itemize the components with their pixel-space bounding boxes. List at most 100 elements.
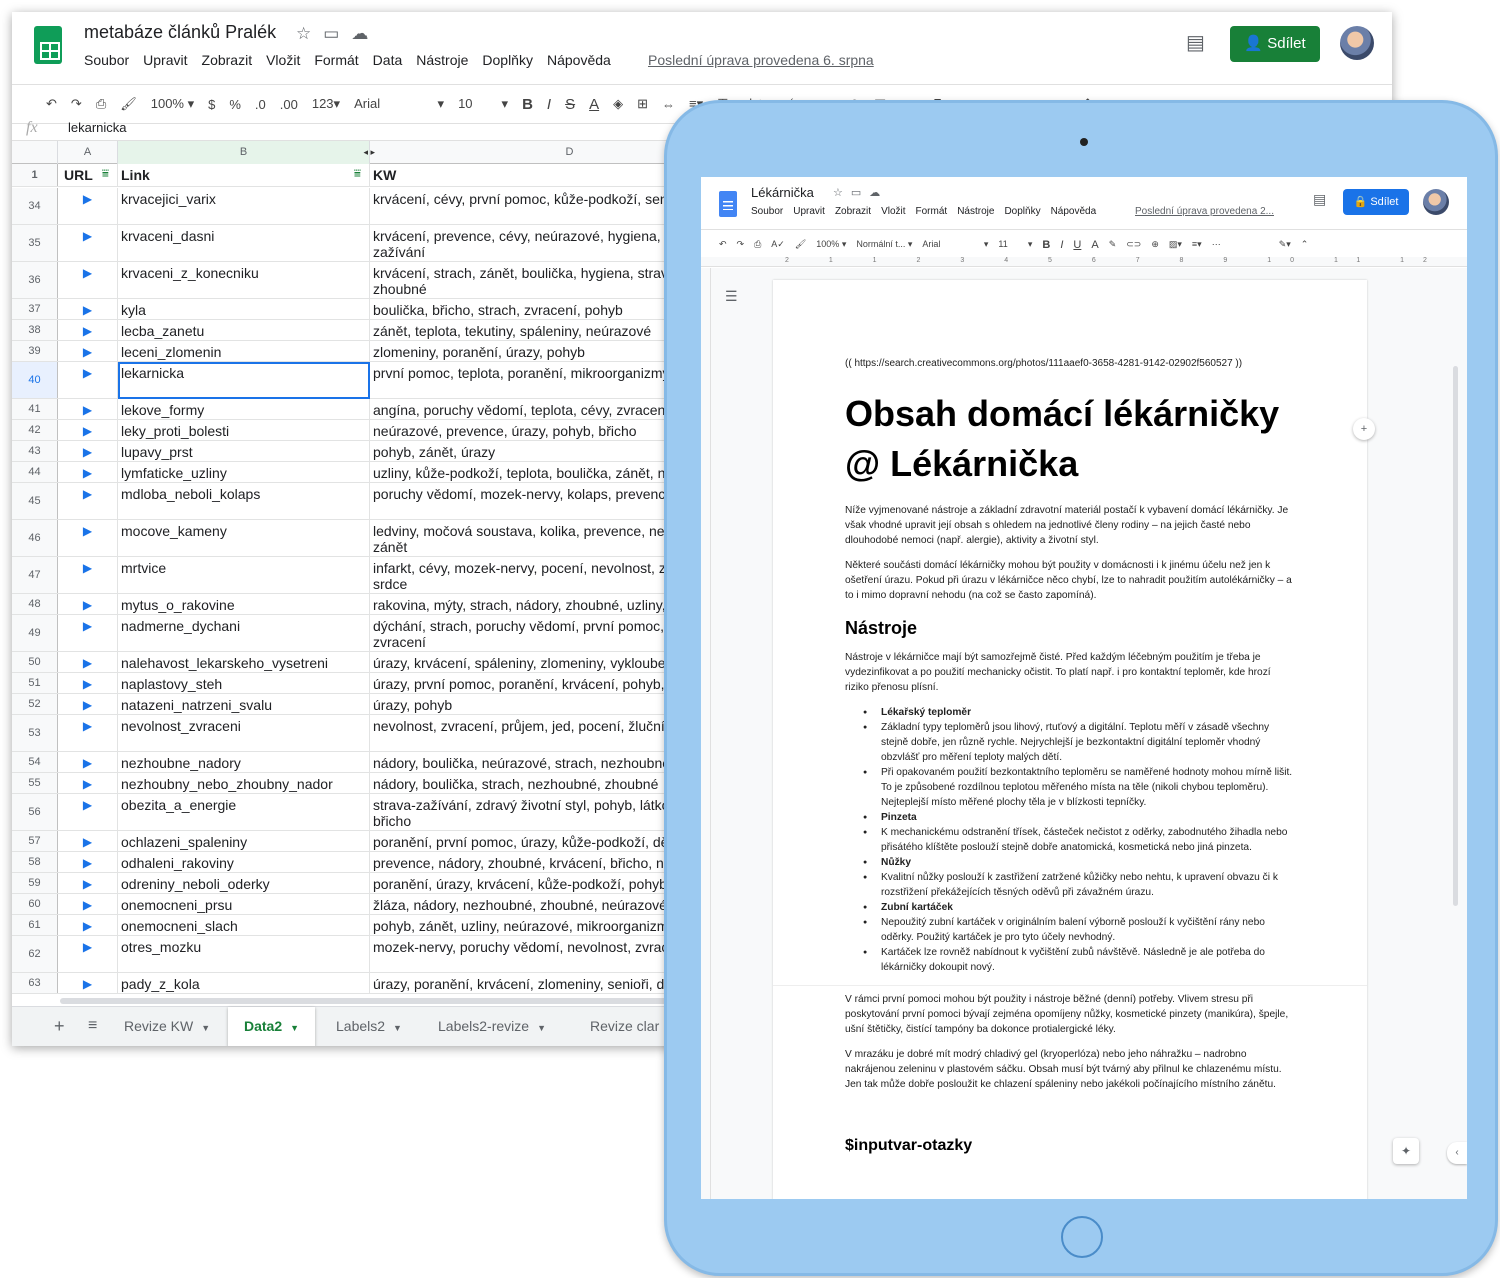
url-play-icon[interactable]: ▶ [58,915,118,935]
row-number[interactable]: 59 [12,873,58,893]
comments-icon[interactable]: ▤ [1186,30,1210,54]
text-color-icon[interactable]: A [589,96,599,113]
url-play-icon[interactable]: ▶ [58,341,118,361]
tab-revize-kw[interactable]: Revize KW ▼ [108,1007,226,1046]
vertical-ruler[interactable] [705,268,711,1199]
link-cell[interactable]: naplastovy_steh [118,673,370,693]
bold-icon[interactable]: B [522,96,533,113]
url-play-icon[interactable]: ▶ [58,852,118,872]
borders-icon[interactable]: ⊞ [637,96,648,112]
horizontal-scrollbar[interactable] [60,998,760,1004]
format-select[interactable]: 123▾ [312,96,340,112]
sheets-title[interactable]: metabáze článků Pralék [84,22,276,43]
home-button[interactable] [1061,1216,1103,1258]
row-number[interactable]: 61 [12,915,58,935]
menu-format[interactable]: Formát [314,52,358,68]
link-cell[interactable]: natazeni_natrzeni_svalu [118,694,370,714]
tab-revize-clar[interactable]: Revize clar [574,1007,675,1046]
cloud-icon[interactable]: ☁ [351,24,380,43]
outline-icon[interactable]: ☰ [725,288,738,305]
star-icon[interactable]: ☆ [296,24,323,43]
url-play-icon[interactable]: ▶ [58,320,118,340]
column-header-a[interactable]: A [58,141,118,164]
row-number[interactable]: 50 [12,652,58,672]
move-folder-icon[interactable]: ▭ [323,24,351,43]
link-cell[interactable]: nadmerne_dychani [118,615,370,651]
url-play-icon[interactable]: ▶ [58,399,118,419]
menu-vlozit[interactable]: Vložit [266,52,300,68]
url-play-icon[interactable]: ▶ [58,225,118,261]
column-header-b[interactable]: B ◂ ▸ [118,141,375,164]
link-icon[interactable]: ⊂⊃ [1126,239,1141,250]
paint-format-icon[interactable]: 🖌 [795,239,806,250]
menu-nastroje[interactable]: Nástroje [416,52,468,68]
document-page[interactable]: (( https://search.creativecommons.org/ph… [773,280,1367,1199]
doc-title[interactable]: Lékárnička [751,185,814,200]
url-play-icon[interactable]: ▶ [58,462,118,482]
link-cell[interactable]: obezita_a_energie [118,794,370,830]
link-cell[interactable]: ochlazeni_spaleniny [118,831,370,851]
url-play-icon[interactable]: ▶ [58,520,118,556]
url-play-icon[interactable]: ▶ [58,557,118,593]
url-play-icon[interactable]: ▶ [58,441,118,461]
link-cell[interactable]: onemocneni_slach [118,915,370,935]
formula-input[interactable]: lekarnicka [68,120,127,135]
print-icon[interactable]: ⎙ [96,96,106,112]
row-number[interactable]: 41 [12,399,58,419]
last-edit-link[interactable]: Poslední úprava provedena 2... [1135,206,1274,217]
link-cell[interactable]: krvaceni_dasni [118,225,370,261]
menu-nastroje[interactable]: Nástroje [957,206,994,217]
row-number[interactable]: 63 [12,973,58,993]
url-play-icon[interactable]: ▶ [58,362,118,398]
italic-icon[interactable]: I [1060,239,1063,251]
horizontal-ruler[interactable]: 2 1 1 2 3 4 5 6 7 8 9 10 11 12 13 14 15 … [701,257,1467,267]
all-sheets-icon[interactable]: ≡ [84,1007,101,1046]
percent-button[interactable]: % [229,97,241,112]
insert-image-icon[interactable]: ▨▾ [1169,239,1182,250]
paint-format-icon[interactable]: 🖌 [120,96,137,112]
row-number[interactable]: 46 [12,520,58,556]
zoom-select[interactable]: 100% ▾ [816,239,846,250]
font-size-select[interactable]: 10 ▾ [458,96,508,112]
link-cell[interactable]: leceni_zlomenin [118,341,370,361]
row-number[interactable]: 54 [12,752,58,772]
header-url[interactable]: URL ⩸ [58,164,118,186]
select-all[interactable] [12,141,58,164]
row-number[interactable]: 57 [12,831,58,851]
menu-vlozit[interactable]: Vložit [881,206,905,217]
url-play-icon[interactable]: ▶ [58,262,118,298]
align-icon[interactable]: ≡▾ [1192,239,1202,250]
link-cell[interactable]: pady_z_kola [118,973,370,993]
avatar[interactable] [1340,26,1374,60]
link-cell[interactable]: nezhoubny_nebo_zhoubny_nador [118,773,370,793]
row-number[interactable]: 49 [12,615,58,651]
link-cell[interactable]: lekove_formy [118,399,370,419]
row-number[interactable]: 37 [12,299,58,319]
menu-data[interactable]: Data [373,52,403,68]
spellcheck-icon[interactable]: A✓ [771,239,785,250]
undo-icon[interactable]: ↶ [719,239,727,250]
row-number[interactable]: 1 [12,164,58,186]
link-cell[interactable]: onemocneni_prsu [118,894,370,914]
row-number[interactable]: 60 [12,894,58,914]
row-number[interactable]: 34 [12,188,58,224]
tab-labels2-revize[interactable]: Labels2-revize ▼ [422,1007,562,1046]
redo-icon[interactable]: ↷ [71,96,82,112]
header-link[interactable]: Link ⩸ [118,164,370,186]
url-play-icon[interactable]: ▶ [58,794,118,830]
menu-upravit[interactable]: Upravit [793,206,825,217]
link-cell[interactable]: odreniny_neboli_oderky [118,873,370,893]
menu-format[interactable]: Formát [916,206,948,217]
tab-data2[interactable]: Data2 ▼ [228,1007,316,1046]
side-panel-toggle-icon[interactable]: ‹ [1447,1142,1467,1164]
currency-button[interactable]: $ [208,97,215,112]
menu-upravit[interactable]: Upravit [143,52,187,68]
avatar[interactable] [1423,189,1449,215]
url-play-icon[interactable]: ▶ [58,652,118,672]
url-play-icon[interactable]: ▶ [58,773,118,793]
url-play-icon[interactable]: ▶ [58,299,118,319]
url-play-icon[interactable]: ▶ [58,936,118,972]
link-cell[interactable]: nezhoubne_nadory [118,752,370,772]
row-number[interactable]: 47 [12,557,58,593]
print-icon[interactable]: ⎙ [754,239,761,250]
